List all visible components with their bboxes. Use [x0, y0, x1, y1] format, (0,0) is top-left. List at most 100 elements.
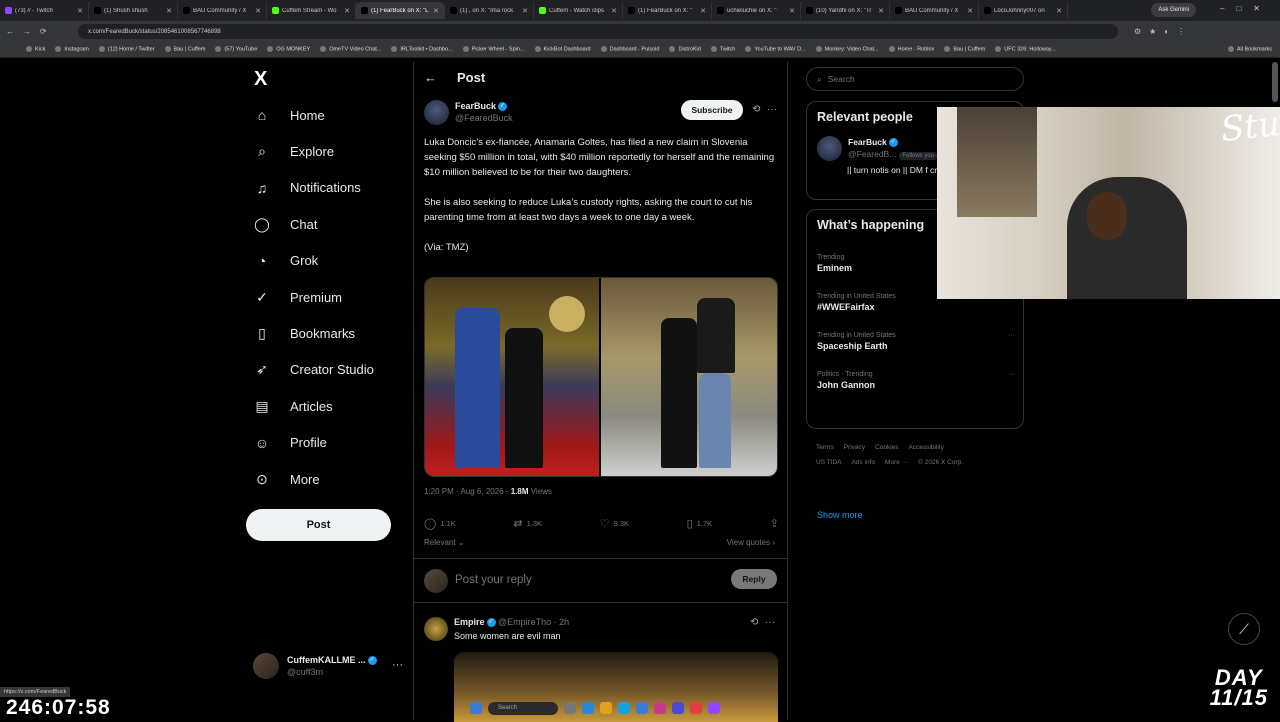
sidebar-item-premium[interactable]: ✓ Premium	[246, 279, 411, 315]
bookmark-item[interactable]: UFC 326: Holloway...	[995, 46, 1056, 53]
post-author[interactable]: FearBuck ✓ @FearedBuck	[424, 100, 513, 125]
close-icon[interactable]: ✕	[522, 7, 528, 15]
reply-composer[interactable]: Post your reply Reply	[414, 558, 787, 603]
sidebar-item-profile[interactable]: ☺ Profile	[246, 425, 411, 461]
taskbar-app-icon[interactable]	[654, 702, 666, 714]
all-bookmarks[interactable]: All Bookmarks	[1228, 46, 1272, 53]
footer-link[interactable]: Accessibility	[909, 444, 944, 451]
post-media[interactable]	[424, 277, 778, 477]
browser-tab[interactable]: Cuffem - Watch clips ✕	[534, 2, 623, 19]
author-name[interactable]: FearBuck	[455, 101, 496, 111]
sidebar-item-home[interactable]: ⌂ Home	[246, 97, 411, 133]
subscribe-button[interactable]: Subscribe	[681, 100, 743, 120]
sidebar-item-creator-studio[interactable]: ➶ Creator Studio	[246, 352, 411, 388]
taskbar-app-icon[interactable]	[672, 702, 684, 714]
search-input[interactable]: ⌕ Search	[806, 67, 1024, 91]
taskbar-app-icon[interactable]	[582, 702, 594, 714]
more-dots-icon[interactable]: ···	[1008, 369, 1015, 380]
bookmark-item[interactable]: IRLToolkit • Dashbo...	[391, 46, 452, 53]
browser-tab[interactable]: (1) Shush shush ✕	[89, 2, 178, 19]
close-icon[interactable]: ✕	[700, 7, 706, 15]
window-controls[interactable]: –□✕	[1220, 4, 1272, 13]
sidebar-item-articles[interactable]: ▤ Articles	[246, 388, 411, 424]
scrollbar[interactable]	[1272, 62, 1278, 102]
close-icon[interactable]: ✕	[433, 7, 439, 15]
trend-item[interactable]: Trending in United States Spaceship Earth…	[817, 330, 1015, 352]
reply-author-name[interactable]: Empire	[454, 617, 485, 627]
taskbar-app-icon[interactable]	[600, 702, 612, 714]
reply-sort-dropdown[interactable]: Relevant ⌄	[424, 538, 465, 547]
close-icon[interactable]: ✕	[344, 7, 350, 15]
bookmark-item[interactable]: KickBot Dashboard	[535, 46, 591, 53]
browser-tab[interactable]: (1) FearBuck on X: " ✕	[623, 2, 712, 19]
bookmark-item[interactable]: OG MONKEY	[267, 46, 310, 53]
footer-link[interactable]: Privacy	[844, 444, 865, 451]
taskbar-app-icon[interactable]	[636, 702, 648, 714]
footer-link[interactable]: US TIDA	[816, 459, 842, 466]
close-icon[interactable]: ✕	[255, 7, 261, 15]
more-dots-icon[interactable]: ···	[765, 617, 775, 628]
bookmark-item[interactable]: Instagram	[55, 46, 88, 53]
browser-tab[interactable]: Cuffem Stream - Wo ✕	[267, 2, 356, 19]
windows-start-icon[interactable]	[470, 702, 482, 714]
bookmark-action[interactable]: ▯ 1.7K	[687, 517, 713, 530]
avatar[interactable]	[424, 100, 449, 125]
browser-tab[interactable]: (73) // - Twitch ✕	[0, 2, 89, 19]
close-icon[interactable]: ✕	[77, 7, 83, 15]
bookmark-item[interactable]: Monkey: Video Chat...	[816, 46, 879, 53]
reply-action[interactable]: ◯ 1.1K	[424, 517, 456, 530]
taskbar-app-icon[interactable]	[564, 702, 576, 714]
browser-nav-buttons[interactable]: ←→⟳	[0, 27, 78, 36]
sidebar-item-more[interactable]: ⊙ More	[246, 461, 411, 497]
show-more-link[interactable]: Show more	[817, 510, 863, 520]
bookmark-item[interactable]: Picker Wheel - Spin...	[463, 46, 525, 53]
bookmark-item[interactable]: Bau | Cuffem	[165, 46, 206, 53]
bookmark-item[interactable]: Twitch	[711, 46, 736, 53]
browser-tab[interactable]: (1) , on X: "Ima rock ✕	[445, 2, 534, 19]
more-dots-icon[interactable]: ···	[392, 659, 403, 671]
browser-tab[interactable]: BAU Community / X ✕	[890, 2, 979, 19]
back-arrow-icon[interactable]: ←	[424, 70, 437, 85]
reply-button[interactable]: Reply	[731, 569, 777, 589]
browser-tab[interactable]: BAU Community / X ✕	[178, 2, 267, 19]
avatar[interactable]	[817, 136, 842, 161]
browser-tab[interactable]: uchieluchie on X: " ✕	[712, 2, 801, 19]
grok-icon[interactable]: ⟲	[750, 617, 758, 628]
sidebar-item-notifications[interactable]: ♫ Notifications	[246, 170, 411, 206]
view-quotes-link[interactable]: View quotes ›	[727, 538, 775, 547]
grok-icon[interactable]: ⟲	[752, 104, 760, 115]
footer-link[interactable]: Ads info	[852, 459, 876, 466]
close-icon[interactable]: ✕	[967, 7, 973, 15]
sidebar-item-bookmarks[interactable]: ▯ Bookmarks	[246, 315, 411, 351]
close-icon[interactable]: ✕	[166, 7, 172, 15]
author-handle[interactable]: @FearedBuck	[455, 112, 513, 124]
bookmark-item[interactable]: (57) YouTube	[215, 46, 257, 53]
like-action[interactable]: ♡ 9.3K	[600, 517, 629, 530]
taskbar-app-icon[interactable]	[618, 702, 630, 714]
browser-tab[interactable]: LocoJohnny007 on ✕	[979, 2, 1068, 19]
close-icon[interactable]: ✕	[611, 7, 617, 15]
bookmark-item[interactable]: (12) Home / Twitter	[99, 46, 155, 53]
post-photo-2[interactable]	[601, 278, 777, 476]
reply-input[interactable]: Post your reply	[455, 574, 532, 586]
bookmark-item[interactable]: Dashboard - Pulsoid	[601, 46, 660, 53]
sidebar-item-chat[interactable]: ◯ Chat	[246, 206, 411, 242]
taskbar-app-icon[interactable]	[690, 702, 702, 714]
repost-action[interactable]: ⇄ 1.3K	[513, 517, 542, 530]
x-logo[interactable]: X	[254, 68, 267, 91]
grok-fab-button[interactable]: ⟋	[1228, 613, 1260, 645]
reply-author-handle[interactable]: @EmpireTho · 2h	[498, 617, 569, 627]
bookmark-item[interactable]: DistroKid	[669, 46, 700, 53]
close-icon[interactable]: ✕	[878, 7, 884, 15]
bookmark-item[interactable]: YouTube to WAV D...	[745, 46, 805, 53]
footer-link[interactable]: © 2026 X Corp.	[918, 459, 963, 466]
post-button[interactable]: Post	[246, 509, 391, 541]
more-dots-icon[interactable]: ···	[1008, 330, 1015, 341]
close-icon[interactable]: ✕	[1056, 7, 1062, 15]
close-icon[interactable]: ✕	[789, 7, 795, 15]
bookmark-item[interactable]: OmeTV Video Chat...	[320, 46, 381, 53]
share-action[interactable]: ⇪	[770, 517, 779, 530]
bookmark-item[interactable]: Home - Roblox	[889, 46, 935, 53]
taskbar-search[interactable]: Search	[488, 701, 558, 715]
url-field[interactable]: x.com/FearedBuck/status/2085461008567746…	[78, 24, 1118, 39]
